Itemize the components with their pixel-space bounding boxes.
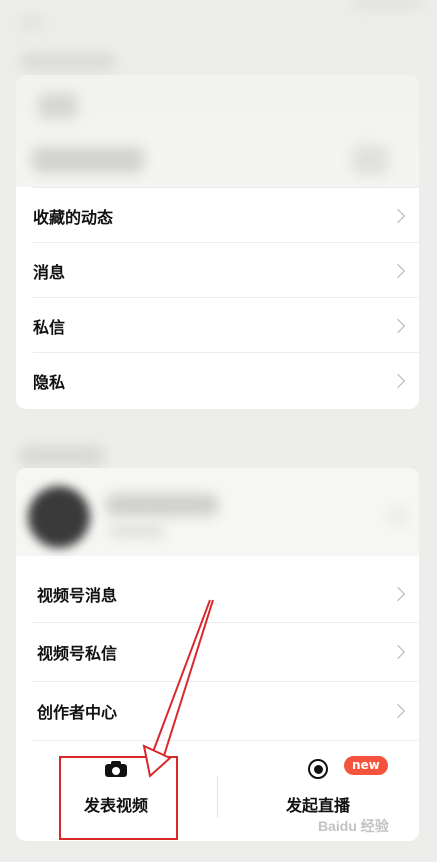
- channels-item-private-messages[interactable]: 视频号私信: [16, 623, 419, 681]
- blurred-header-area: [352, 0, 422, 10]
- blurred-channel-subtitle: [110, 524, 164, 538]
- annotation-highlight-box: [59, 756, 178, 840]
- settings-card: 收藏的动态 消息 私信 隐私: [16, 75, 419, 409]
- settings-item-messages[interactable]: 消息: [16, 243, 419, 298]
- divider: [33, 740, 419, 741]
- chevron-right-icon: [390, 263, 406, 278]
- blurred-channel-name: [106, 494, 218, 516]
- start-live-label: 发起直播: [285, 796, 350, 815]
- settings-item-label: 隐私: [33, 372, 66, 392]
- settings-item-label: 收藏的动态: [33, 207, 114, 227]
- chevron-right-icon: [390, 208, 406, 223]
- channels-item-messages[interactable]: 视频号消息: [16, 565, 419, 622]
- chevron-right-icon: [390, 703, 406, 719]
- chevron-right-icon: [390, 586, 406, 601]
- chevron-right-icon: [390, 318, 406, 333]
- channels-item-creator-center[interactable]: 创作者中心: [16, 682, 419, 740]
- settings-item-label: 消息: [33, 262, 66, 282]
- blurred-item: [38, 93, 78, 119]
- settings-item-privacy[interactable]: 隐私: [16, 353, 419, 408]
- blurred-item: [388, 508, 408, 524]
- settings-item-label: 私信: [33, 317, 66, 337]
- action-divider: [217, 776, 218, 818]
- chevron-right-icon: [390, 373, 406, 388]
- new-badge: new: [344, 756, 388, 775]
- blurred-back-button[interactable]: [18, 14, 46, 32]
- avatar[interactable]: [28, 486, 90, 548]
- channels-item-label: 视频号消息: [37, 585, 118, 605]
- blurred-section-header: [20, 446, 104, 466]
- blurred-section-header: [20, 52, 116, 72]
- live-record-icon: [308, 759, 328, 779]
- blurred-item: [352, 145, 388, 175]
- channels-item-label: 视频号私信: [37, 644, 118, 663]
- chevron-right-icon: [390, 644, 406, 660]
- blurred-item: [32, 147, 144, 173]
- channels-item-label: 创作者中心: [37, 703, 118, 722]
- watermark: Baidu 经验: [318, 818, 389, 834]
- settings-item-favorites[interactable]: 收藏的动态: [16, 188, 419, 243]
- settings-item-private-messages[interactable]: 私信: [16, 298, 419, 353]
